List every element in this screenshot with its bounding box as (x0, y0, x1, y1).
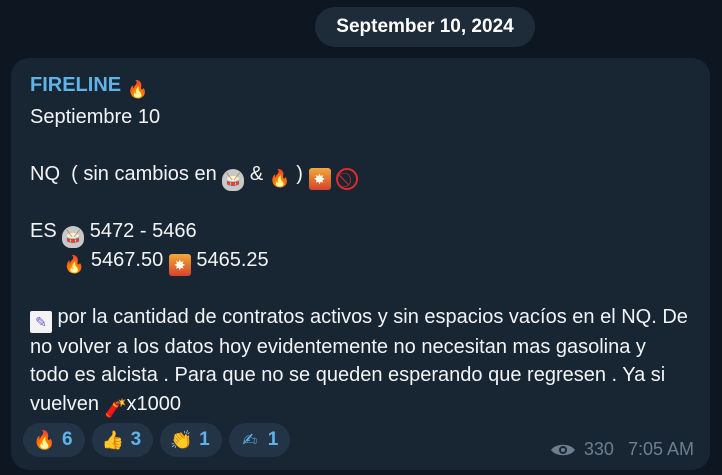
nq-line: NQ ( sin cambios en 🥁 & 🔥 ) ✸ ⃠ (30, 160, 690, 191)
collision-icon: ✸ (308, 168, 331, 190)
es-range: 5472 - 5466 (84, 220, 197, 242)
message-meta: 330 7:05 AM (550, 439, 694, 460)
es-prefix: ES (30, 220, 63, 242)
reaction-thumbs-up[interactable]: 👍 3 (91, 423, 154, 457)
note-paragraph: ✎ por la cantidad de contratos activos y… (30, 303, 690, 419)
fire-icon: 🔥 (269, 169, 291, 188)
nq-close: ) (290, 163, 309, 185)
reaction-clap[interactable]: 👏 1 (160, 423, 222, 457)
message-bubble[interactable]: FIRELINE 🔥 Septiembre 10 NQ ( sin cambio… (11, 58, 710, 470)
es-level-1: 5467.50 (85, 248, 169, 271)
thumbs-up-icon: 👍 (101, 430, 124, 450)
reaction-count: 1 (267, 429, 279, 450)
memo-icon: ✎ (30, 310, 52, 333)
reaction-count: 6 (62, 429, 73, 450)
date-line: Septiembre 10 (30, 106, 161, 128)
message-text: Septiembre 10 NQ ( sin cambios en 🥁 & 🔥 … (30, 103, 690, 419)
es-line: ES 🥁 5472 - 5466 (30, 217, 690, 248)
collision-icon: ✸ (168, 253, 191, 276)
firecracker-icon: 🧨 (104, 397, 127, 418)
reaction-count: 1 (199, 429, 210, 450)
fire-icon: 🔥 (127, 80, 149, 99)
clapping-hands-icon: 👏 (170, 430, 193, 450)
sender-header[interactable]: FIRELINE 🔥 (30, 74, 149, 101)
nq-prefix: NQ ( sin cambios en (30, 163, 223, 185)
fire-icon: 🔥 (63, 254, 85, 274)
fire-icon: 🔥 (33, 430, 56, 450)
sender-name[interactable]: FIRELINE (30, 74, 121, 96)
reactions-bar: 🔥 6 👍 3 👏 1 ✍ 1 (23, 423, 291, 457)
eye-icon (550, 444, 575, 455)
date-separator: September 10, 2024 (315, 7, 535, 47)
es-levels-line: 🔥 5467.50 ✸ 5465.25 (30, 246, 690, 276)
reaction-count: 3 (130, 429, 142, 450)
view-count: 330 (583, 439, 614, 459)
drum-icon: 🥁 (62, 226, 85, 248)
reaction-writing-hand[interactable]: ✍ 1 (228, 423, 291, 457)
date-separator-wrap: September 10, 2024 (0, 7, 722, 47)
note-suffix: x1000 (126, 392, 182, 415)
message-time: 7:05 AM (627, 439, 694, 459)
nq-amp: & (244, 163, 269, 185)
prohibited-icon: ⃠ (336, 168, 359, 190)
writing-hand-icon: ✍ (242, 430, 258, 450)
reaction-fire[interactable]: 🔥 6 (23, 423, 85, 457)
drum-icon: 🥁 (222, 169, 245, 191)
es-level-2: 5465.25 (190, 248, 269, 271)
